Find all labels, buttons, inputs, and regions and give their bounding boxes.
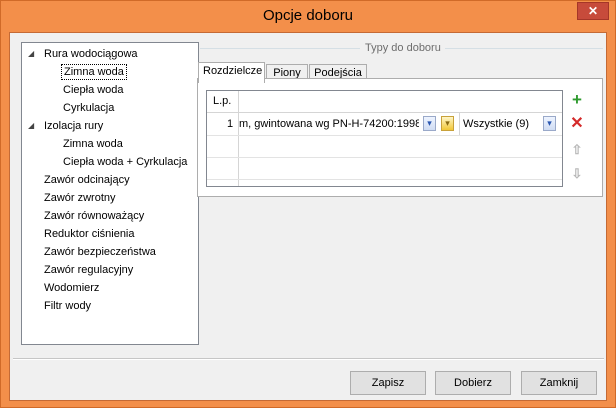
tree-item-zawor-bezpieczenstwa[interactable]: Zawór bezpieczeństwa [42,244,158,260]
group-divider [445,48,603,49]
tree-item-izolacja-rury[interactable]: Izolacja rury [42,118,105,134]
type-cell[interactable]: m, gwintowana wg PN-H-74200:1998 [239,118,419,130]
quantity-cell[interactable]: Wszystkie (9) [463,118,529,130]
selection-grid[interactable]: L.p. 1 m, gwintowana wg PN-H-74200:1998 … [206,90,563,187]
row-divider [207,135,562,136]
title-bar[interactable]: Opcje doboru ✕ [1,1,615,32]
tree-item-zimna-woda[interactable]: Zimna woda [61,64,127,80]
column-divider [459,113,460,135]
filter-type-icon[interactable]: ▾ [441,116,454,131]
tree-item-izolacja-zimna-woda[interactable]: Zimna woda [61,136,125,152]
dialog-window: Opcje doboru ✕ ◢ Rura wodociągowa Zimna … [0,0,616,408]
tree-item-zawor-rownowazacy[interactable]: Zawór równoważący [42,208,146,224]
delete-row-button[interactable]: ✕ [567,114,587,134]
select-button[interactable]: Dobierz [435,371,511,395]
types-group-header: Typy do doboru [200,42,603,54]
close-window-button[interactable]: ✕ [577,2,609,20]
tree-item-zawor-regulacyjny[interactable]: Zawór regulacyjny [42,262,135,278]
save-button[interactable]: Zapisz [350,371,426,395]
tree-item-filtr-wody[interactable]: Filtr wody [42,298,93,314]
close-button[interactable]: Zamknij [521,371,597,395]
group-label: Typy do doboru [363,42,443,54]
row-number: 1 [227,118,234,130]
browse-type-icon[interactable]: ▾ [423,116,436,131]
dialog-client-area: ◢ Rura wodociągowa Zimna woda Ciepła wod… [9,32,607,401]
category-tree[interactable]: ◢ Rura wodociągowa Zimna woda Ciepła wod… [21,42,199,345]
group-divider [200,48,360,49]
move-down-button[interactable]: ⇩ [567,164,587,184]
window-title: Opcje doboru [262,7,354,24]
row-divider [207,157,562,158]
tab-rozdzielcze[interactable]: Rozdzielcze [198,62,265,83]
add-row-button[interactable]: + [567,90,587,110]
browse-quantity-icon[interactable]: ▾ [543,116,556,131]
expand-caret-icon[interactable]: ◢ [28,49,38,59]
tree-item-izolacja-ciepla-cyrkulacja[interactable]: Ciepła woda + Cyrkulacja [61,154,189,170]
tree-item-reduktor-cisnienia[interactable]: Reduktor ciśnienia [42,226,137,242]
expand-caret-icon[interactable]: ◢ [28,121,38,131]
tree-item-zawor-zwrotny[interactable]: Zawór zwrotny [42,190,118,206]
tree-item-wodomierz[interactable]: Wodomierz [42,280,101,296]
tree-item-zawor-odcinajacy[interactable]: Zawór odcinający [42,172,132,188]
move-up-button[interactable]: ⇧ [567,140,587,160]
footer-divider [13,358,604,360]
tree-item-ciepla-woda[interactable]: Ciepła woda [61,82,126,98]
tree-item-cyrkulacja[interactable]: Cyrkulacja [61,100,116,116]
tree-item-rura-wodociagowa[interactable]: Rura wodociągowa [42,46,140,62]
row-divider [207,179,562,180]
grid-header: L.p. [207,91,562,113]
column-divider [238,91,239,186]
column-header-lp: L.p. [213,95,232,107]
